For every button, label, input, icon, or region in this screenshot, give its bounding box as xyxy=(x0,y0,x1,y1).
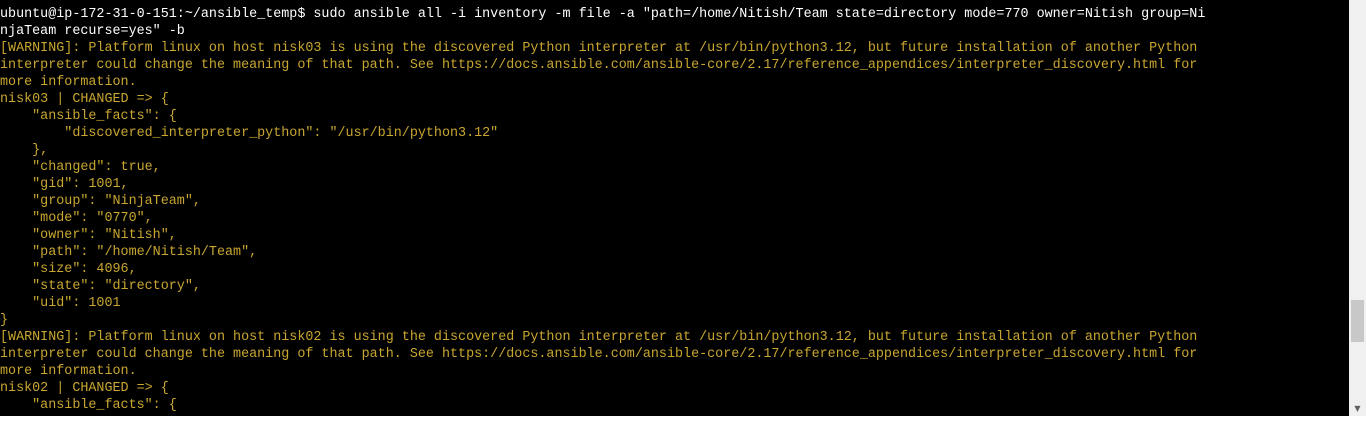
terminal-line: "ansible_facts": { xyxy=(0,109,177,124)
scroll-down-arrow-icon[interactable]: ▼ xyxy=(1349,402,1366,416)
terminal-line: } xyxy=(0,313,9,328)
terminal-lines: ubuntu@ip-172-31-0-151:~/ansible_temp$ s… xyxy=(0,6,1348,414)
terminal-line: [WARNING]: Platform linux on host nisk03… xyxy=(0,41,1198,56)
terminal-line: "state": "directory", xyxy=(0,279,201,294)
terminal-line: interpreter could change the meaning of … xyxy=(0,347,1198,362)
terminal-window[interactable]: ubuntu@ip-172-31-0-151:~/ansible_temp$ s… xyxy=(0,0,1366,416)
terminal-line: }, xyxy=(0,143,49,158)
terminal-line: nisk03 | CHANGED => { xyxy=(0,92,169,107)
terminal-output[interactable]: ubuntu@ip-172-31-0-151:~/ansible_temp$ s… xyxy=(0,6,1348,416)
terminal-line: "owner": "Nitish", xyxy=(0,228,177,243)
terminal-line: "group": "NinjaTeam", xyxy=(0,194,201,209)
terminal-line: interpreter could change the meaning of … xyxy=(0,58,1198,73)
terminal-line: "gid": 1001, xyxy=(0,177,129,192)
terminal-line: nisk02 | CHANGED => { xyxy=(0,381,169,396)
terminal-line: ubuntu@ip-172-31-0-151:~/ansible_temp$ s… xyxy=(0,7,1206,22)
terminal-line: "path": "/home/Nitish/Team", xyxy=(0,245,258,260)
terminal-line: [WARNING]: Platform linux on host nisk02… xyxy=(0,330,1198,345)
terminal-line: "ansible_facts": { xyxy=(0,398,177,413)
terminal-line: "discovered_interpreter_python": "/usr/b… xyxy=(0,126,499,141)
terminal-line: "size": 4096, xyxy=(0,262,137,277)
terminal-line: "mode": "0770", xyxy=(0,211,153,226)
terminal-line: "uid": 1001 xyxy=(0,296,121,311)
terminal-line: njaTeam recurse=yes" -b xyxy=(0,24,185,39)
terminal-line: "changed": true, xyxy=(0,160,161,175)
terminal-line: more information. xyxy=(0,75,137,90)
scrollbar-thumb[interactable] xyxy=(1351,300,1364,342)
terminal-line: more information. xyxy=(0,364,137,379)
vertical-scrollbar[interactable]: ▼ xyxy=(1349,0,1366,416)
